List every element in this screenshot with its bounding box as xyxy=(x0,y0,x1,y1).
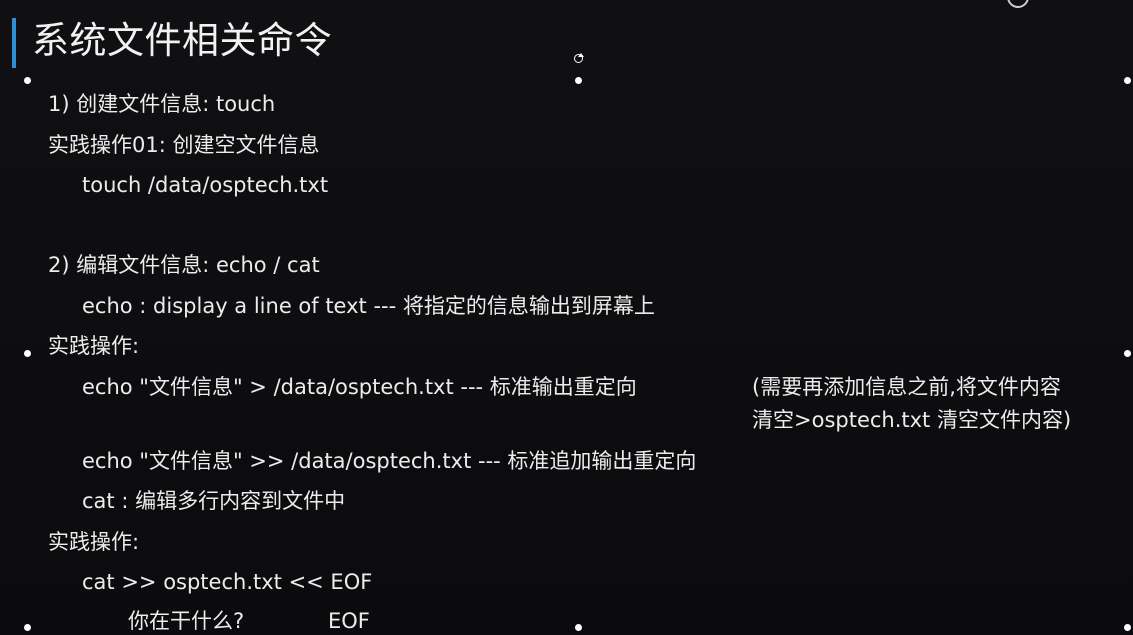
heredoc-eof: EOF xyxy=(328,609,370,633)
title-accent-bar xyxy=(12,18,16,68)
selection-handle-top-right[interactable] xyxy=(1124,77,1131,84)
selection-handle-bottom-center[interactable] xyxy=(575,624,582,631)
record-button-icon[interactable] xyxy=(1007,0,1029,8)
note-clear-before-add: (需要再添加信息之前,将文件内容 xyxy=(752,375,1061,399)
selection-handle-bottom-right[interactable] xyxy=(1124,624,1131,631)
list-item-create-heading: 1) 创建文件信息: touch xyxy=(48,92,276,116)
selection-handle-bottom-left[interactable] xyxy=(24,624,31,631)
note-clear-file: 清空>osptech.txt 清空文件内容) xyxy=(752,408,1072,432)
practice-label-02: 实践操作: xyxy=(48,334,140,358)
rotate-handle-icon[interactable] xyxy=(574,53,584,63)
selection-handle-top-left[interactable] xyxy=(24,77,31,84)
selection-handle-top-center[interactable] xyxy=(575,77,582,84)
command-touch: touch /data/osptech.txt xyxy=(82,173,329,197)
selection-handle-middle-right[interactable] xyxy=(1124,350,1131,357)
command-echo-redirect: echo "文件信息" > /data/osptech.txt --- 标准输出… xyxy=(82,375,637,399)
command-cat-heredoc: cat >> osptech.txt << EOF xyxy=(82,570,373,594)
slide-title: 系统文件相关命令 xyxy=(32,19,332,62)
echo-description: echo : display a line of text --- 将指定的信息… xyxy=(82,294,655,318)
selection-handle-middle-left[interactable] xyxy=(24,350,31,357)
list-item-edit-heading: 2) 编辑文件信息: echo / cat xyxy=(48,253,320,277)
cat-description: cat : 编辑多行内容到文件中 xyxy=(82,489,346,513)
slide-canvas[interactable]: 系统文件相关命令 1) 创建文件信息: touch 实践操作01: 创建空文件信… xyxy=(0,0,1133,635)
heredoc-content: 你在干什么? xyxy=(128,609,245,633)
practice-label-01: 实践操作01: 创建空文件信息 xyxy=(48,133,320,157)
command-echo-append: echo "文件信息" >> /data/osptech.txt --- 标准追… xyxy=(82,449,697,473)
practice-label-03: 实践操作: xyxy=(48,530,140,554)
